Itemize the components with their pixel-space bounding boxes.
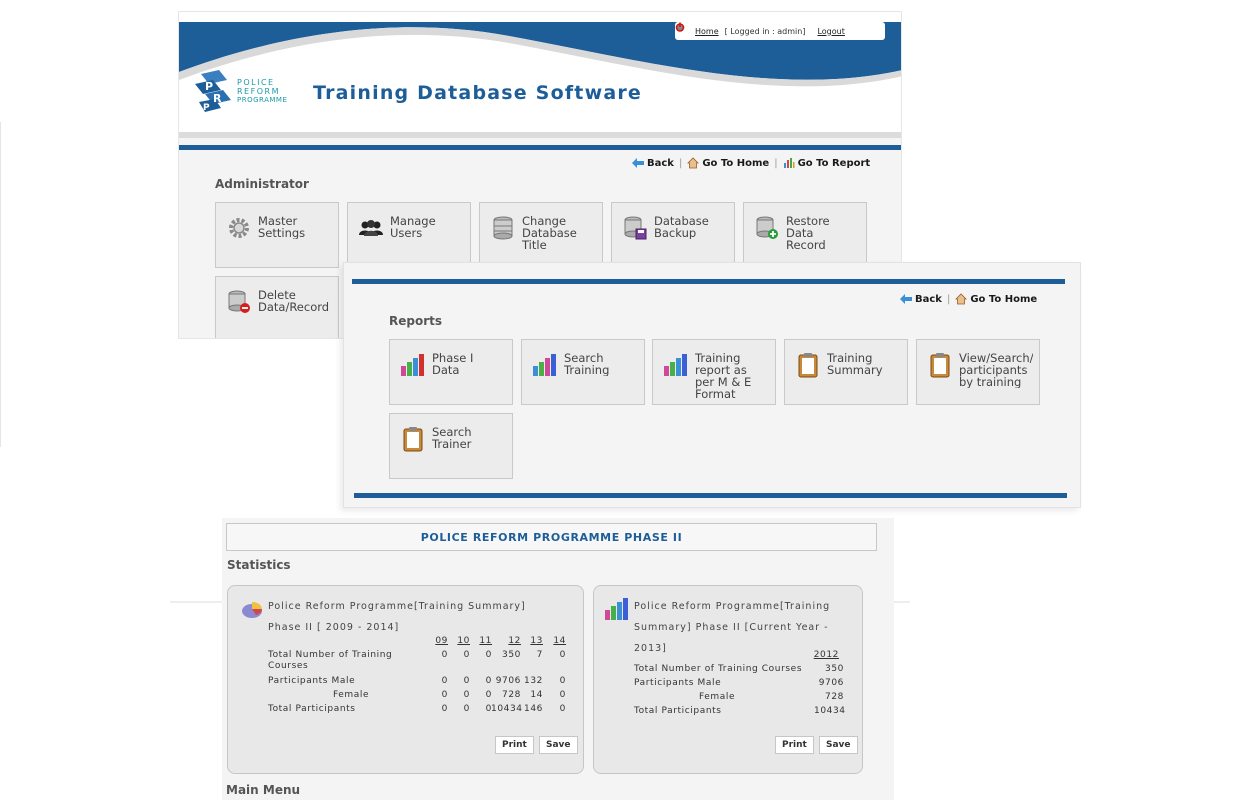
search-trainer-tile[interactable]: Search Trainer (389, 413, 513, 479)
svg-text:P: P (205, 80, 213, 93)
current-save-button[interactable]: Save (819, 736, 858, 754)
gear-icon (226, 215, 252, 241)
reports-go-home-link[interactable]: Go To Home (955, 293, 1037, 305)
svg-text:P: P (203, 103, 210, 113)
app-title: Training Database Software (313, 82, 643, 104)
summary-title-line2: Phase II [ 2009 - 2014] (268, 622, 400, 633)
report-chart-icon (783, 158, 795, 168)
current-title-line1: Police Reform Programme[Training (634, 601, 831, 612)
bar-chart-icon (532, 352, 558, 378)
training-summary-box: Police Reform Programme[Training Summary… (227, 585, 584, 774)
back-arrow-icon (632, 158, 644, 168)
admin-navlinks: Back | Go To Home | Go To Report (632, 157, 870, 169)
back-link[interactable]: Back (632, 158, 674, 169)
logo-text: POLICE REFORM PROGRAMME (237, 78, 288, 104)
year-header-row: 09 10 11 12 13 14 (268, 636, 578, 650)
current-year-table: 2012 Total Number of Training Courses 35… (634, 650, 854, 720)
house-icon (955, 293, 968, 305)
training-summary-tile[interactable]: Training Summary (784, 339, 908, 405)
table-row: Female 0 0 0 728 14 0 (333, 690, 566, 700)
phase-i-data-tile[interactable]: Phase I Data (389, 339, 513, 405)
users-icon (358, 215, 384, 241)
svg-text:R: R (213, 92, 222, 105)
manage-users-tile[interactable]: Manage Users (347, 202, 471, 268)
database-backup-icon (622, 215, 648, 241)
table-row: Total Number of Training Courses 350 (634, 664, 844, 674)
back-arrow-icon (900, 294, 912, 304)
current-year-box: Police Reform Programme[Training Summary… (593, 585, 863, 774)
table-row: Total Number of Training Courses 0 0 0 3… (268, 650, 566, 671)
table-row: Participants Male 9706 (634, 678, 844, 688)
restore-data-record-tile[interactable]: Restore Data Record (743, 202, 867, 268)
logout-link[interactable]: Logout (817, 27, 844, 36)
current-print-button[interactable]: Print (775, 736, 814, 754)
app-header: Home [ Logged in : admin] Logout P R P P… (179, 12, 901, 138)
left-edge-decoration (0, 122, 4, 447)
reports-heading: Reports (389, 314, 443, 328)
summary-title-line1: Police Reform Programme[Training Summary… (268, 601, 526, 612)
reports-top-divider (352, 279, 1065, 284)
bar-chart-icon (400, 352, 426, 378)
home-link[interactable]: Home (695, 27, 719, 36)
reports-navlinks: Back | Go To Home (900, 293, 1037, 305)
reports-bottom-divider (354, 493, 1067, 498)
house-icon (687, 157, 700, 169)
database-restore-icon (754, 215, 780, 241)
administrator-heading: Administrator (215, 177, 309, 191)
search-training-tile[interactable]: Search Training (521, 339, 645, 405)
database-icon (490, 215, 516, 241)
year-header: 14 (553, 636, 566, 646)
logged-in-status: [ Logged in : admin] (724, 26, 806, 36)
table-row: Participants Male 0 0 0 9706 132 0 (268, 676, 566, 686)
summary-save-button[interactable]: Save (539, 736, 578, 754)
go-home-link[interactable]: Go To Home (687, 157, 769, 169)
bar-chart-icon (663, 352, 689, 378)
main-menu-heading: Main Menu (226, 783, 301, 797)
year-header: 11 (479, 636, 492, 646)
database-backup-tile[interactable]: Database Backup (611, 202, 735, 268)
reports-back-link[interactable]: Back (900, 294, 942, 305)
go-report-link[interactable]: Go To Report (783, 157, 870, 169)
header-divider (179, 145, 901, 150)
table-row: Total Participants 0 0 0 10434 146 0 (268, 704, 566, 714)
statistics-window: POLICE REFORM PROGRAMME PHASE II Statist… (222, 518, 894, 800)
change-database-title-tile[interactable]: Change Database Title (479, 202, 603, 268)
prp-logo-icon: P R P (195, 70, 231, 113)
reports-window: Back | Go To Home Reports Phase I Data S… (343, 262, 1081, 508)
user-topbar: Home [ Logged in : admin] Logout (675, 22, 885, 40)
view-search-participants-tile[interactable]: View/Search/p participants by training (916, 339, 1040, 405)
logo: P R P POLICE REFORM PROGRAMME (193, 68, 293, 120)
clipboard-icon (927, 352, 953, 378)
master-settings-tile[interactable]: Master Settings (215, 202, 339, 268)
training-report-me-format-tile[interactable]: Training report as per M & E Format (652, 339, 776, 405)
pie-chart-icon (240, 598, 264, 624)
database-delete-icon (226, 289, 252, 315)
delete-data-record-tile[interactable]: Delete Data/Record (215, 276, 339, 338)
year-header-row: 2012 (634, 650, 854, 664)
bar-chart-icon (604, 598, 630, 624)
table-row: Female 728 (699, 692, 844, 702)
statistics-heading: Statistics (227, 558, 291, 572)
summary-table: 09 10 11 12 13 14 Total Number of Traini… (268, 636, 578, 718)
clipboard-icon (400, 426, 426, 452)
current-title-line2: Summary] Phase II [Current Year - (634, 622, 829, 633)
table-row: Total Participants 10434 (634, 706, 846, 716)
program-banner: POLICE REFORM PROGRAMME PHASE II (226, 523, 877, 551)
summary-print-button[interactable]: Print (495, 736, 534, 754)
clipboard-icon (795, 352, 821, 378)
current-year-header: 2012 (813, 650, 839, 660)
